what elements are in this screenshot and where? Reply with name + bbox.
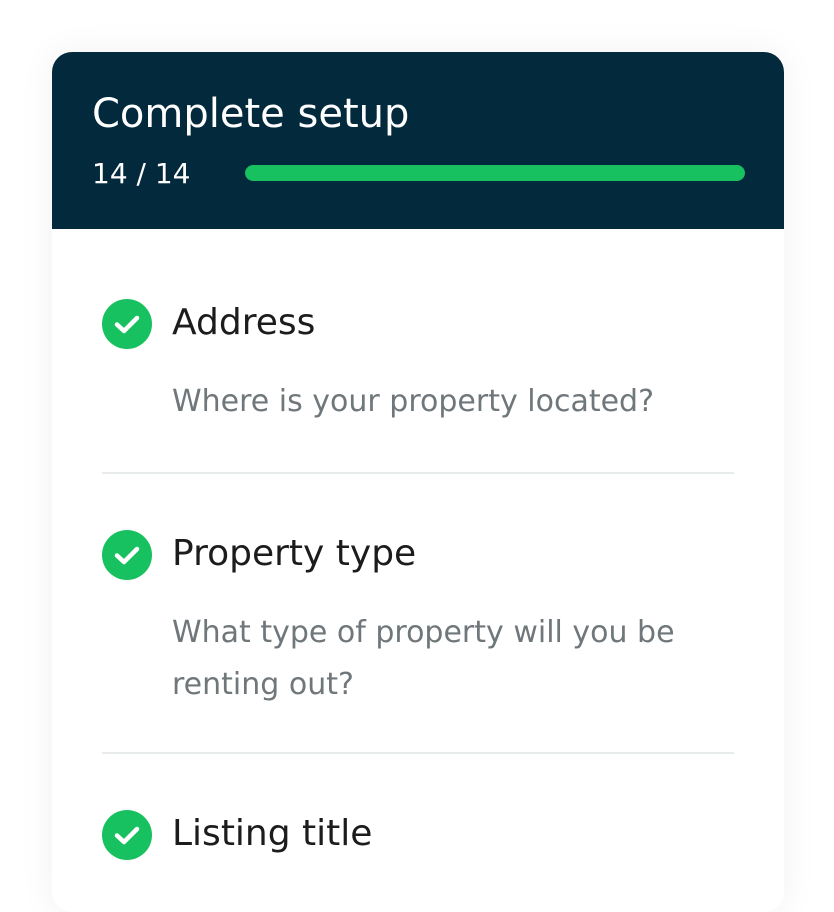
step-title: Listing title xyxy=(172,813,373,854)
setup-title: Complete setup xyxy=(92,91,410,137)
check-circle-icon xyxy=(102,299,152,349)
check-circle-icon xyxy=(102,530,152,580)
step-description: What type of property will you be rentin… xyxy=(172,615,675,702)
step-title: Property type xyxy=(172,533,417,574)
progress-bar xyxy=(245,165,745,181)
step-description: Where is your property located? xyxy=(172,384,655,419)
setup-header: Complete setup 14 / 14 xyxy=(52,52,784,229)
check-circle-icon xyxy=(102,810,152,860)
step-divider xyxy=(102,472,734,474)
step-title: Address xyxy=(172,302,316,343)
step-divider xyxy=(102,752,734,754)
setup-card: Complete setup 14 / 14 Address Where is … xyxy=(52,52,784,912)
progress-count: 14 / 14 xyxy=(92,157,191,190)
progress-bar-fill xyxy=(245,165,745,181)
